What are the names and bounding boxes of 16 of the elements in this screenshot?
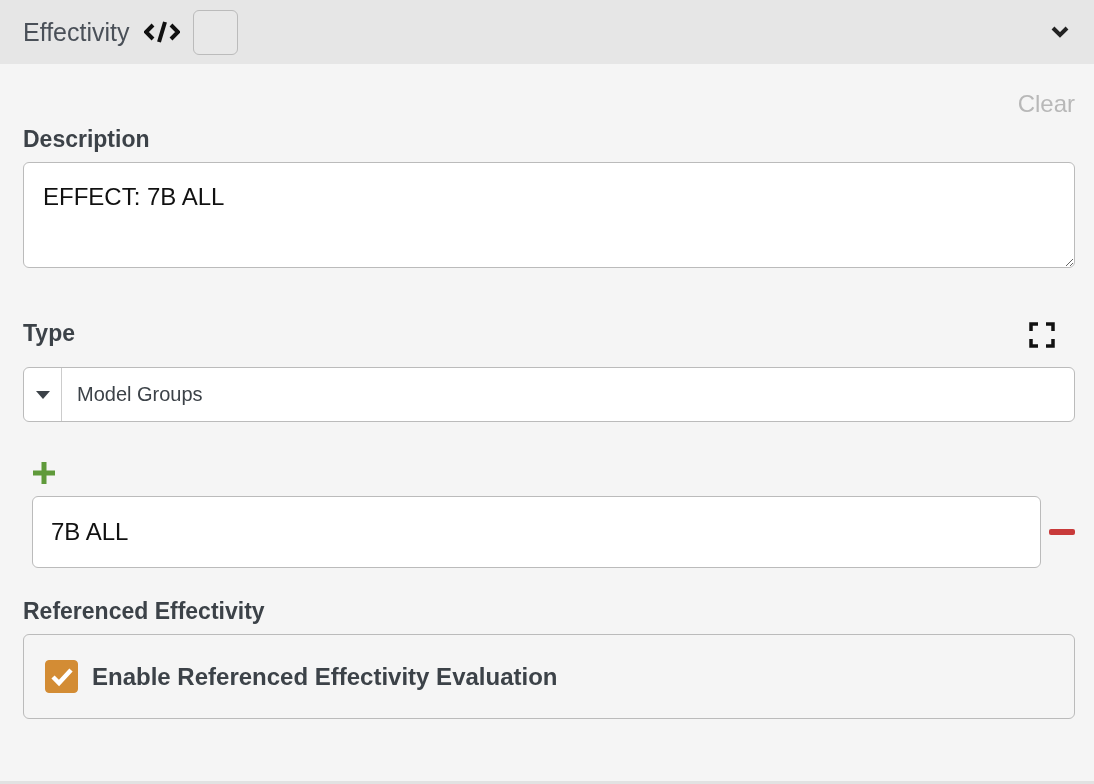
field-label: Description: [23, 126, 151, 153]
caret-icon: [34, 389, 51, 400]
checkbox[interactable]: [192, 9, 238, 55]
section-title: Effectivity: [23, 17, 130, 47]
remove-icon[interactable]: [1049, 529, 1075, 535]
field-label: Type: [23, 320, 75, 347]
add-icon[interactable]: [31, 460, 57, 486]
checkbox[interactable]: [45, 660, 78, 693]
expand-icon[interactable]: [1029, 322, 1055, 348]
checkbox-label[interactable]: Enable Referenced Effectivity Evaluation: [92, 662, 558, 691]
description-field[interactable]: EFFECT: 7B ALL: [23, 162, 1075, 268]
field-label: Referenced Effectivity: [23, 598, 266, 625]
type-dropdown[interactable]: Model Groups: [23, 367, 1075, 422]
chevron-down-icon[interactable]: [1051, 26, 1069, 38]
code-icon[interactable]: [143, 20, 180, 44]
value-field[interactable]: 7B ALL: [32, 496, 1041, 568]
